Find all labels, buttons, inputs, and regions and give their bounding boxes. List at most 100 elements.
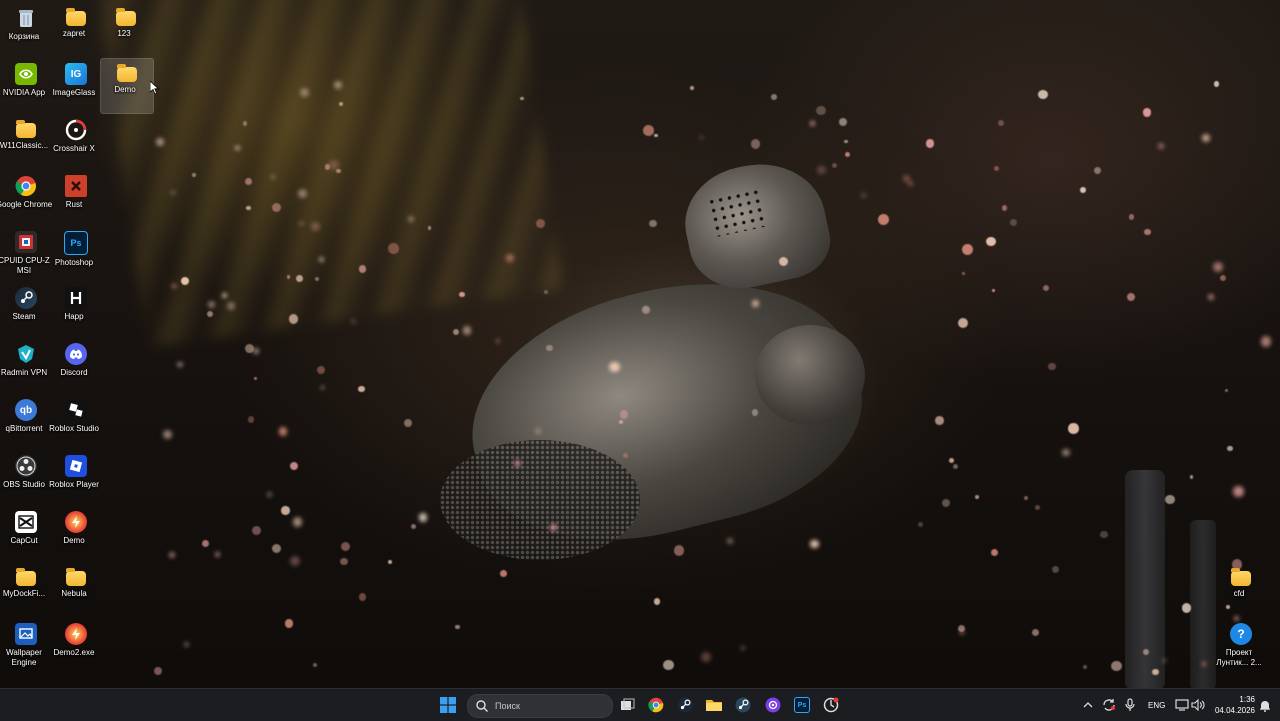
wallpaper-flower: [1189, 475, 1194, 479]
desktop-icon-demo2-exe[interactable]: Demo2.exe: [50, 619, 102, 673]
wallpaper-flower: [207, 301, 215, 309]
desktop-icon-obs-studio[interactable]: OBS Studio: [0, 451, 52, 505]
wallpaper-flower: [877, 214, 889, 225]
wallpaper-flower: [690, 85, 695, 90]
steam-icon: [677, 697, 693, 713]
start-button[interactable]: [436, 693, 460, 717]
task-view-icon: [621, 698, 635, 710]
wallpaper-flower: [839, 117, 848, 126]
wallpaper-flower: [459, 291, 465, 298]
wallpaper-flower: [1219, 274, 1227, 282]
taskbar-steam-button-2[interactable]: [731, 693, 755, 717]
rust-icon: [65, 175, 87, 197]
wallpaper-flower: [1035, 504, 1041, 510]
wallpaper-flower: [1094, 167, 1102, 175]
wallpaper-flower: [1062, 448, 1070, 456]
taskbar-explorer-button[interactable]: [702, 693, 726, 717]
desktop-icon-radmin-vpn[interactable]: Radmin VPN: [0, 339, 52, 393]
desktop-icon-nebula[interactable]: Nebula: [50, 563, 102, 617]
tray-microphone-button[interactable]: [1118, 693, 1142, 717]
wallpaper-flower: [1001, 205, 1008, 212]
wallpaper-flower: [1031, 628, 1040, 637]
folder-icon: [1231, 568, 1251, 586]
capcut-icon: [15, 511, 37, 533]
desktop-icon-demo-app[interactable]: Demo: [50, 507, 102, 561]
wallpaper-flower: [252, 348, 259, 355]
desktop-icon-proekt-luntik[interactable]: ? Проект Лунтик... 2...: [1215, 619, 1267, 673]
desktop-icon-label: Discord: [60, 368, 88, 377]
wallpaper-flower: [316, 365, 325, 375]
wallpaper-flower: [663, 660, 674, 671]
cpuz-icon: [15, 231, 37, 253]
clock-time: 1:36: [1239, 695, 1255, 704]
wallpaper-flower: [247, 416, 255, 423]
desktop-icon-roblox-player[interactable]: Roblox Player: [49, 451, 102, 505]
wallpaper-flower: [251, 525, 261, 535]
wallpaper-flower: [281, 506, 290, 515]
taskbar-photoshop-button[interactable]: Ps: [790, 693, 814, 717]
language-indicator[interactable]: ENG: [1148, 701, 1165, 710]
desktop-icon-capcut[interactable]: CapCut: [0, 507, 52, 561]
search-icon: [476, 700, 488, 712]
desktop-icon-label: Demo: [63, 536, 85, 545]
desktop-icon-label: cfd: [1233, 589, 1245, 598]
wallpaper-flower: [359, 593, 367, 601]
folder-icon: [116, 8, 136, 26]
wallpaper-flower: [1158, 142, 1165, 150]
wallpaper-flower: [168, 551, 176, 559]
wallpaper-flower: [1009, 218, 1017, 226]
nvidia-icon: [15, 63, 37, 85]
wallpaper-flower: [192, 173, 196, 177]
wallpaper-flower: [771, 94, 777, 101]
wallpaper-flower: [410, 523, 417, 530]
desktop-icon-google-chrome[interactable]: Google Chrome: [0, 171, 52, 225]
desktop-icon-crosshair-x[interactable]: Crosshair X: [50, 115, 102, 169]
wallpaper-flower: [506, 253, 515, 262]
wallpaper-flower: [202, 540, 210, 548]
wallpaper-flower: [350, 318, 356, 324]
taskbar-nebula-button[interactable]: [761, 693, 785, 717]
taskbar-search-box[interactable]: Поиск: [467, 694, 613, 718]
wallpaper-flower: [388, 243, 399, 254]
sun-rays: [96, 0, 564, 348]
taskbar-steam-button[interactable]: [673, 693, 697, 717]
wallpaper-flower: [286, 275, 291, 279]
taskbar-chrome-button[interactable]: [644, 693, 668, 717]
desktop-icon-happ[interactable]: Happ: [50, 283, 102, 337]
desktop-icon-discord[interactable]: Discord: [50, 339, 102, 393]
desktop-icon-roblox-studio[interactable]: Roblox Studio: [49, 395, 102, 449]
wallpaper-flower: [1079, 187, 1086, 193]
desktop-icon-photoshop[interactable]: Ps Photoshop: [50, 227, 102, 281]
wallpaper-flower: [1164, 494, 1175, 505]
nebula-icon: [765, 697, 781, 713]
chrome-icon: [648, 697, 664, 713]
notifications-button[interactable]: [1253, 693, 1277, 717]
desktop-icon-wallpaper-engine[interactable]: Wallpaper Engine: [0, 619, 52, 673]
desktop-icon-demo-folder[interactable]: Demo: [100, 58, 154, 114]
imageglass-icon: IG: [65, 63, 87, 85]
wallpaper-flower: [1213, 81, 1220, 87]
desktop-icon-w11classic[interactable]: W11Classic...: [0, 115, 52, 169]
wallpaper-flower: [997, 120, 1005, 127]
desktop-icon-steam[interactable]: Steam: [0, 283, 52, 337]
taskbar-demo-button[interactable]: [819, 693, 843, 717]
desktop-icon-cfd[interactable]: cfd: [1215, 563, 1267, 617]
wallpaper-flower: [619, 410, 628, 419]
desktop-icon-rust[interactable]: Rust: [50, 171, 102, 225]
wallpaper-flower: [609, 361, 620, 373]
desktop-icon-123[interactable]: 123: [100, 3, 152, 57]
desktop-icon-nvidia-app[interactable]: NVIDIA App: [0, 59, 52, 113]
wallpaper-flower: [170, 189, 176, 195]
wallpaper-flower: [778, 257, 788, 267]
taskbar-clock[interactable]: 1:36 04.04.2026: [1205, 694, 1255, 716]
wallpaper-flower: [832, 162, 838, 168]
wallpaper-flower: [948, 457, 954, 463]
wallpaper-flower: [1051, 565, 1060, 574]
desktop-icon-label: 123: [117, 29, 131, 38]
wallpaper-flower: [253, 376, 257, 381]
desktop-icon-qbittorrent[interactable]: qb qBittorrent: [0, 395, 52, 449]
wallpaper-flower: [155, 137, 164, 146]
task-view-button[interactable]: [616, 693, 640, 717]
desktop-icon-cpuz[interactable]: CPUID CPU-Z MSI: [0, 227, 52, 281]
wallpaper-flower: [162, 429, 173, 440]
